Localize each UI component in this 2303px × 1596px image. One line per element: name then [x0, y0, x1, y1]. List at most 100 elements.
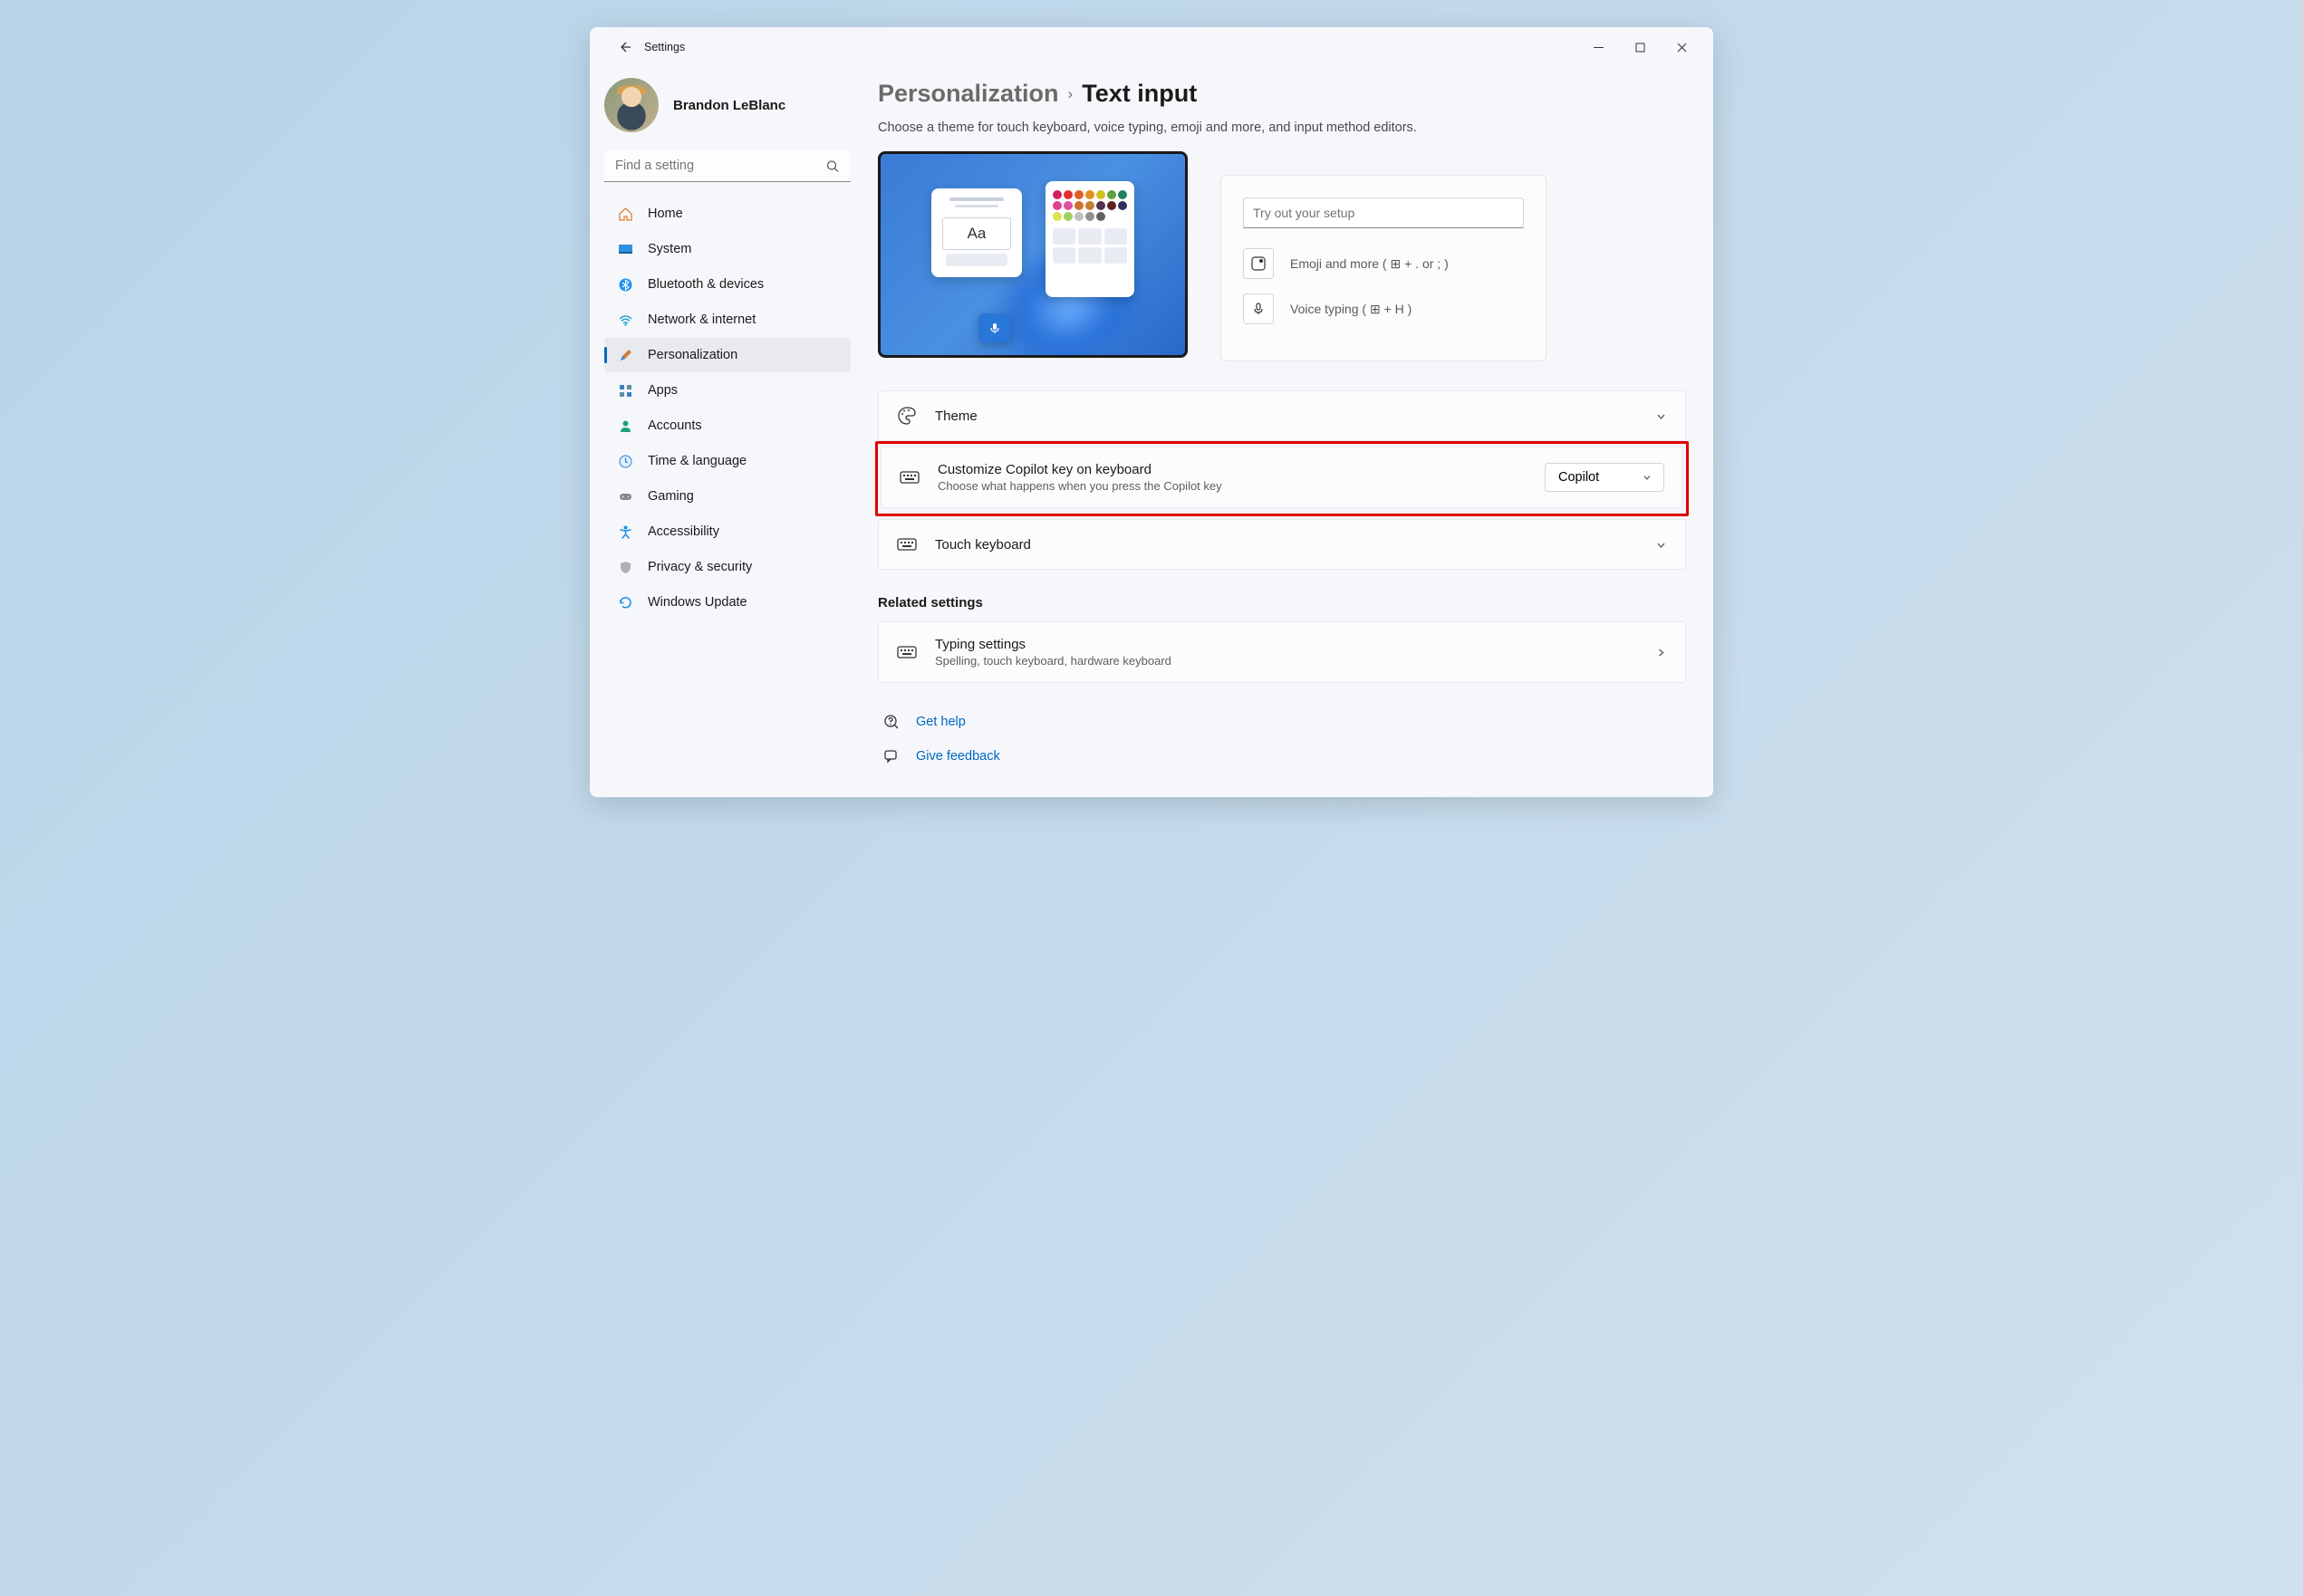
card-subtitle: Spelling, touch keyboard, hardware keybo…: [935, 654, 1637, 668]
sidebar-item-home[interactable]: Home: [604, 197, 851, 231]
update-icon: [617, 594, 633, 611]
highlighted-section: Customize Copilot key on keyboard Choose…: [875, 441, 1689, 516]
titlebar: Settings: [590, 27, 1713, 63]
close-button[interactable]: [1661, 33, 1702, 62]
user-name: Brandon LeBlanc: [673, 98, 785, 113]
emoji-label: Emoji and more ( ⊞ + . or ; ): [1290, 256, 1449, 272]
clock-icon: [617, 453, 633, 469]
emoji-icon: [1243, 248, 1274, 279]
arrow-left-icon: [617, 40, 631, 54]
sidebar-item-network[interactable]: Network & internet: [604, 303, 851, 337]
feedback-icon: [883, 748, 900, 764]
sidebar-item-label: Network & internet: [648, 312, 756, 327]
sidebar-item-apps[interactable]: Apps: [604, 373, 851, 408]
theme-preview-image: Aa: [878, 151, 1188, 358]
minimize-icon: [1594, 43, 1604, 53]
sidebar-item-system[interactable]: System: [604, 232, 851, 266]
apps-icon: [617, 382, 633, 399]
gamepad-icon: [617, 488, 633, 505]
search-box: [604, 150, 851, 182]
paintbrush-icon: [617, 347, 633, 363]
card-title: Typing settings: [935, 637, 1637, 652]
copilot-key-dropdown[interactable]: Copilot: [1545, 463, 1664, 492]
wifi-icon: [617, 312, 633, 328]
search-icon: [826, 159, 840, 173]
bluetooth-icon: [617, 276, 633, 293]
palette-icon: [897, 406, 917, 426]
chevron-right-icon: ›: [1068, 85, 1074, 103]
sidebar-item-label: Accounts: [648, 418, 702, 433]
get-help-row[interactable]: Get help: [878, 705, 1686, 739]
dropdown-value: Copilot: [1558, 470, 1599, 485]
card-title: Customize Copilot key on keyboard: [938, 462, 1527, 477]
get-help-link[interactable]: Get help: [916, 715, 966, 729]
sidebar-item-label: Privacy & security: [648, 560, 752, 574]
touch-keyboard-card[interactable]: Touch keyboard: [878, 519, 1686, 570]
sidebar-item-label: Apps: [648, 383, 678, 398]
search-input[interactable]: [604, 150, 851, 182]
nav-list: Home System Bluetooth & devices Network …: [601, 197, 862, 620]
chevron-down-icon: [1655, 410, 1667, 422]
window-controls: [1577, 33, 1702, 62]
close-icon: [1677, 43, 1687, 53]
mic-icon: [978, 313, 1011, 342]
window-title: Settings: [644, 41, 685, 53]
page-description: Choose a theme for touch keyboard, voice…: [878, 120, 1686, 135]
sidebar-item-label: Home: [648, 207, 683, 221]
sidebar-item-update[interactable]: Windows Update: [604, 585, 851, 620]
minimize-button[interactable]: [1577, 33, 1619, 62]
card-subtitle: Choose what happens when you press the C…: [938, 479, 1527, 493]
breadcrumb: Personalization › Text input: [878, 80, 1686, 108]
tryout-input[interactable]: [1243, 197, 1524, 228]
preview-aa-label: Aa: [942, 217, 1011, 250]
typing-settings-card[interactable]: Typing settings Spelling, touch keyboard…: [878, 621, 1686, 683]
sidebar: Brandon LeBlanc Home System: [590, 63, 862, 797]
accessibility-icon: [617, 524, 633, 540]
sidebar-item-privacy[interactable]: Privacy & security: [604, 550, 851, 584]
card-title: Theme: [935, 409, 1637, 424]
sidebar-item-label: Accessibility: [648, 524, 719, 539]
home-icon: [617, 206, 633, 222]
sidebar-item-label: System: [648, 242, 691, 256]
sidebar-item-accessibility[interactable]: Accessibility: [604, 514, 851, 549]
sidebar-item-personalization[interactable]: Personalization: [604, 338, 851, 372]
page-title: Text input: [1082, 80, 1197, 108]
theme-card[interactable]: Theme: [878, 390, 1686, 441]
preview-row: Aa: [878, 151, 1686, 361]
sidebar-item-label: Windows Update: [648, 595, 747, 610]
voice-icon: [1243, 293, 1274, 324]
maximize-icon: [1635, 43, 1645, 53]
keyboard-icon: [897, 534, 917, 554]
settings-window: Settings Brandon LeBlanc: [590, 27, 1713, 797]
feedback-link[interactable]: Give feedback: [916, 749, 1000, 764]
sidebar-item-label: Personalization: [648, 348, 737, 362]
voice-row[interactable]: Voice typing ( ⊞ + H ): [1243, 293, 1524, 324]
related-heading: Related settings: [878, 595, 1686, 611]
breadcrumb-parent[interactable]: Personalization: [878, 80, 1059, 108]
chevron-down-icon: [1655, 539, 1667, 551]
feedback-row[interactable]: Give feedback: [878, 739, 1686, 774]
person-icon: [617, 418, 633, 434]
voice-label: Voice typing ( ⊞ + H ): [1290, 302, 1412, 317]
card-title: Touch keyboard: [935, 537, 1637, 553]
main-content: Personalization › Text input Choose a th…: [862, 63, 1713, 797]
sidebar-item-bluetooth[interactable]: Bluetooth & devices: [604, 267, 851, 302]
tryout-card: Emoji and more ( ⊞ + . or ; ) Voice typi…: [1220, 175, 1547, 361]
avatar: [604, 78, 659, 132]
system-icon: [617, 241, 633, 257]
sidebar-item-label: Gaming: [648, 489, 694, 504]
maximize-button[interactable]: [1619, 33, 1661, 62]
help-icon: [883, 714, 900, 730]
sidebar-item-label: Time & language: [648, 454, 747, 468]
emoji-row[interactable]: Emoji and more ( ⊞ + . or ; ): [1243, 248, 1524, 279]
keyboard-icon: [897, 642, 917, 662]
sidebar-item-gaming[interactable]: Gaming: [604, 479, 851, 514]
sidebar-item-accounts[interactable]: Accounts: [604, 409, 851, 443]
sidebar-item-time[interactable]: Time & language: [604, 444, 851, 478]
copilot-key-card: Customize Copilot key on keyboard Choose…: [881, 447, 1683, 508]
sidebar-item-label: Bluetooth & devices: [648, 277, 764, 292]
shield-icon: [617, 559, 633, 575]
back-button[interactable]: [612, 34, 637, 60]
keyboard-icon: [900, 467, 920, 487]
user-profile[interactable]: Brandon LeBlanc: [601, 71, 862, 150]
